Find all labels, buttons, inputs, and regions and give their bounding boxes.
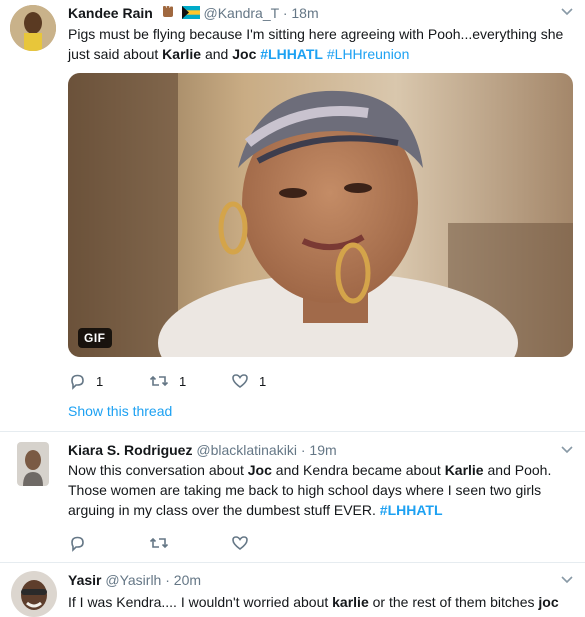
- display-name[interactable]: Kandee Rain: [68, 5, 153, 21]
- like-count: 1: [259, 373, 267, 389]
- bahamas-flag-emoji: [181, 6, 200, 22]
- retweet-count: 1: [179, 373, 187, 389]
- display-name[interactable]: Kiara S. Rodriguez: [68, 442, 192, 458]
- show-thread-link[interactable]: Show this thread: [68, 403, 172, 419]
- keyword: karlie: [332, 594, 369, 610]
- tweet: Kandee Rain @Kandra_T · 18m Pigs must be…: [0, 0, 585, 432]
- avatar[interactable]: [17, 442, 49, 486]
- tweet: Yasir @Yasirlh · 20m If I was Kendra....…: [0, 563, 585, 617]
- like-icon: [232, 374, 248, 388]
- tweet-text: If I was Kendra.... I wouldn't worried a…: [68, 592, 578, 612]
- text-segment: and Kendra became about: [271, 462, 445, 478]
- like-icon: [232, 536, 248, 550]
- reply-icon: [71, 374, 84, 390]
- text-segment: If I was Kendra.... I wouldn't worried a…: [68, 594, 333, 610]
- dot-separator: ·: [282, 5, 288, 21]
- caret-down-icon[interactable]: [560, 6, 574, 20]
- keyword: Karlie: [444, 462, 484, 478]
- dot-separator: ·: [165, 572, 170, 588]
- tweet: Kiara S. Rodriguez @blacklatinakiki · 19…: [0, 432, 585, 562]
- tweet-header: Kiara S. Rodriguez @blacklatinakiki · 19…: [68, 442, 337, 458]
- tweet-text: Now this conversation about Joc and Kend…: [68, 460, 568, 520]
- gif-badge: GIF: [78, 328, 112, 348]
- like-button[interactable]: [231, 533, 249, 553]
- gif-media[interactable]: GIF: [68, 73, 573, 357]
- tweet-text: Pigs must be flying because I'm sitting …: [68, 24, 568, 64]
- avatar-image: [17, 442, 49, 486]
- display-name[interactable]: Yasir: [68, 572, 101, 588]
- reply-count: 1: [96, 373, 104, 389]
- hashtag[interactable]: #LHHATL: [380, 502, 443, 518]
- avatar-image: [10, 5, 56, 51]
- text-segment: and: [201, 46, 233, 62]
- keyword: Joc: [232, 46, 257, 62]
- retweet-icon: [149, 375, 169, 387]
- hashtag[interactable]: #LHHATL: [260, 46, 323, 62]
- gif-image: [68, 73, 573, 357]
- retweet-button[interactable]: 1: [149, 371, 186, 391]
- handle[interactable]: @Kandra_T: [203, 5, 278, 21]
- avatar[interactable]: [11, 571, 57, 617]
- timestamp[interactable]: 18m: [291, 5, 318, 21]
- timestamp[interactable]: 20m: [174, 572, 201, 588]
- handle[interactable]: @blacklatinakiki: [196, 442, 297, 458]
- reply-icon: [71, 536, 84, 552]
- retweet-button[interactable]: [149, 533, 169, 553]
- like-button[interactable]: 1: [231, 371, 266, 391]
- keyword: Karlie: [162, 46, 202, 62]
- timestamp[interactable]: 19m: [309, 442, 336, 458]
- tweet-header: Kandee Rain @Kandra_T · 18m: [68, 4, 319, 23]
- text-segment: or the rest of them bitches: [368, 594, 539, 610]
- caret-down-icon[interactable]: [560, 444, 574, 458]
- reply-button[interactable]: 1: [68, 371, 103, 391]
- raised-fist-emoji: [160, 4, 176, 23]
- avatar-image: [11, 571, 57, 617]
- dot-separator: ·: [300, 442, 306, 458]
- hashtag[interactable]: #LHHreunion: [327, 46, 410, 62]
- reply-button[interactable]: [68, 533, 86, 553]
- tweet-actions: [68, 533, 368, 553]
- keyword: Joc: [247, 462, 272, 478]
- avatar[interactable]: [10, 5, 56, 51]
- tweet-actions: 1 1 1: [68, 371, 368, 391]
- keyword: joc: [538, 594, 559, 610]
- caret-down-icon[interactable]: [560, 574, 574, 588]
- tweet-header: Yasir @Yasirlh · 20m: [68, 572, 201, 588]
- handle[interactable]: @Yasirlh: [105, 572, 161, 588]
- retweet-icon: [149, 537, 169, 549]
- text-segment: Now this conversation about: [68, 462, 248, 478]
